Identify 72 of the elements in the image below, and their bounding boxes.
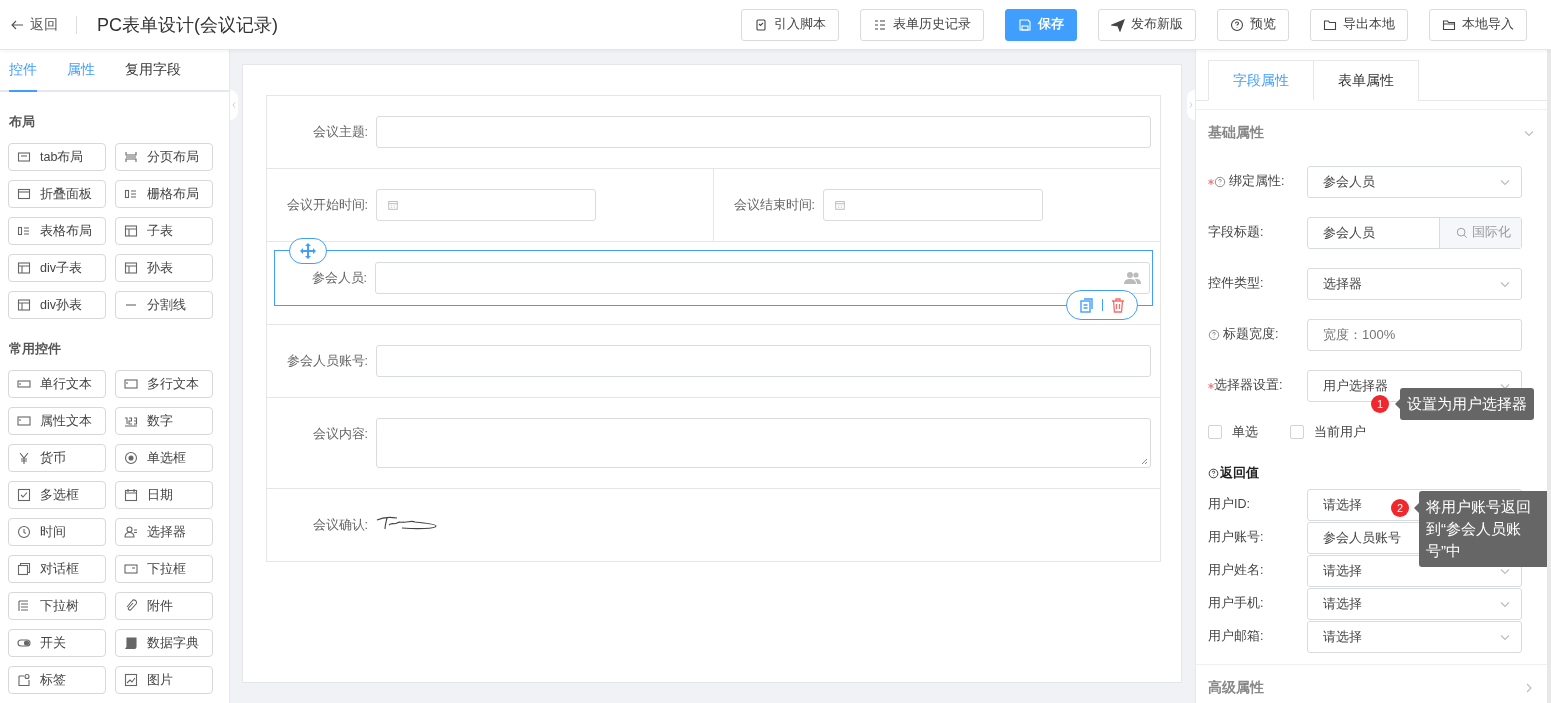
palette-item[interactable]: 下拉树 bbox=[8, 592, 106, 620]
palette-item[interactable]: 选择器 bbox=[115, 518, 213, 546]
palette-item[interactable]: div子表 bbox=[8, 254, 106, 282]
section-header[interactable]: 高级属性 bbox=[1196, 665, 1547, 703]
property-tab[interactable]: 表单属性 bbox=[1314, 60, 1419, 101]
field-label: 参会人员账号: bbox=[285, 353, 369, 370]
property-label: 控件类型: bbox=[1208, 275, 1265, 292]
palette-item[interactable]: 数字 bbox=[115, 407, 213, 435]
text-field[interactable]: 宽度：100% bbox=[1307, 318, 1522, 351]
field-label: 参会人员: bbox=[310, 270, 368, 287]
selected-field-frame[interactable]: 参会人员: bbox=[274, 250, 1153, 306]
field-label: 会议主题: bbox=[311, 124, 369, 141]
checkbox[interactable]: 单选 bbox=[1208, 423, 1258, 441]
select-field[interactable]: 选择器 bbox=[1307, 267, 1522, 300]
palette-item[interactable]: 标签 bbox=[8, 666, 106, 694]
palette-item[interactable]: 子表 bbox=[115, 217, 213, 245]
palette-item[interactable]: 单行文本 bbox=[8, 370, 106, 398]
palette-item[interactable]: 开关 bbox=[8, 629, 106, 657]
tooltip: 设置为用户选择器 bbox=[1400, 388, 1534, 420]
group-title: 常用控件 bbox=[8, 341, 62, 358]
property-label: 用户ID: bbox=[1208, 496, 1251, 513]
toolbar-button[interactable]: 表单历史记录 bbox=[860, 8, 984, 41]
property-label: 绑定属性: bbox=[1214, 173, 1307, 190]
palette-item[interactable]: tab布局 bbox=[8, 143, 106, 171]
palette-item[interactable]: 多选框 bbox=[8, 481, 106, 509]
palette-item[interactable]: 分页布局 bbox=[115, 143, 213, 171]
section-header[interactable]: 基础属性 bbox=[1196, 110, 1547, 156]
toolbar-button[interactable]: 导出本地 bbox=[1310, 8, 1408, 41]
field-label: 会议确认: bbox=[311, 517, 369, 534]
checkbox[interactable]: 当前用户 bbox=[1290, 423, 1366, 441]
property-label: 用户邮箱: bbox=[1208, 628, 1265, 645]
palette-item[interactable]: div孙表 bbox=[8, 291, 106, 319]
palette-item[interactable]: 货币 bbox=[8, 444, 106, 472]
property-label: 标题宽度: bbox=[1208, 326, 1307, 343]
property-label: 字段标题: bbox=[1208, 224, 1265, 241]
palette-item[interactable]: 属性文本 bbox=[8, 407, 106, 435]
palette-item[interactable]: 多行文本 bbox=[115, 370, 213, 398]
toolbar-button[interactable]: 引入脚本 bbox=[741, 8, 839, 41]
field-label: 会议结束时间: bbox=[732, 197, 816, 214]
step-badge: 1 bbox=[1371, 395, 1389, 413]
sidebar-tab[interactable]: 复用字段 bbox=[125, 50, 181, 92]
palette-item[interactable]: 分割线 bbox=[115, 291, 213, 319]
group-title: 布局 bbox=[8, 114, 36, 131]
property-label: 用户姓名: bbox=[1208, 562, 1265, 579]
palette-item[interactable]: 下拉框 bbox=[115, 555, 213, 583]
field-label: 会议开始时间: bbox=[285, 197, 369, 214]
palette-item[interactable]: 对话框 bbox=[8, 555, 106, 583]
palette-item[interactable]: 栅格布局 bbox=[115, 180, 213, 208]
select-field[interactable]: 请选择 bbox=[1307, 587, 1522, 620]
page-title: PC表单设计(会议记录) bbox=[97, 13, 278, 37]
field-label: 会议内容: bbox=[311, 426, 369, 443]
palette-item[interactable]: 表格布局 bbox=[8, 217, 106, 245]
toolbar-button[interactable]: 预览 bbox=[1217, 8, 1289, 41]
text-field[interactable]: 参会人员 国际化 bbox=[1307, 216, 1522, 249]
palette-item[interactable]: 折叠面板 bbox=[8, 180, 106, 208]
palette-item[interactable]: 日期 bbox=[115, 481, 213, 509]
property-label: 用户账号: bbox=[1208, 529, 1265, 546]
palette-item[interactable]: 附件 bbox=[115, 592, 213, 620]
palette-item[interactable]: 图片 bbox=[115, 666, 213, 694]
palette-item[interactable]: 孙表 bbox=[115, 254, 213, 282]
palette-item[interactable]: 数据字典 bbox=[115, 629, 213, 657]
property-label: 用户手机: bbox=[1208, 595, 1265, 612]
tooltip: 将用户账号返回到“参会人员账号”中 bbox=[1419, 491, 1547, 567]
section-subtitle: 返回值 bbox=[1196, 453, 1547, 488]
toolbar-button[interactable]: 发布新版 bbox=[1098, 8, 1196, 41]
select-field[interactable]: 请选择 bbox=[1307, 620, 1522, 653]
palette-item[interactable]: 时间 bbox=[8, 518, 106, 546]
property-label: 选择器设置: bbox=[1214, 377, 1284, 394]
toolbar-button[interactable]: 本地导入 bbox=[1429, 8, 1527, 41]
select-field[interactable]: 参会人员 bbox=[1307, 165, 1522, 198]
palette-item[interactable]: 单选框 bbox=[115, 444, 213, 472]
back-button[interactable]: 返回 bbox=[10, 15, 58, 34]
